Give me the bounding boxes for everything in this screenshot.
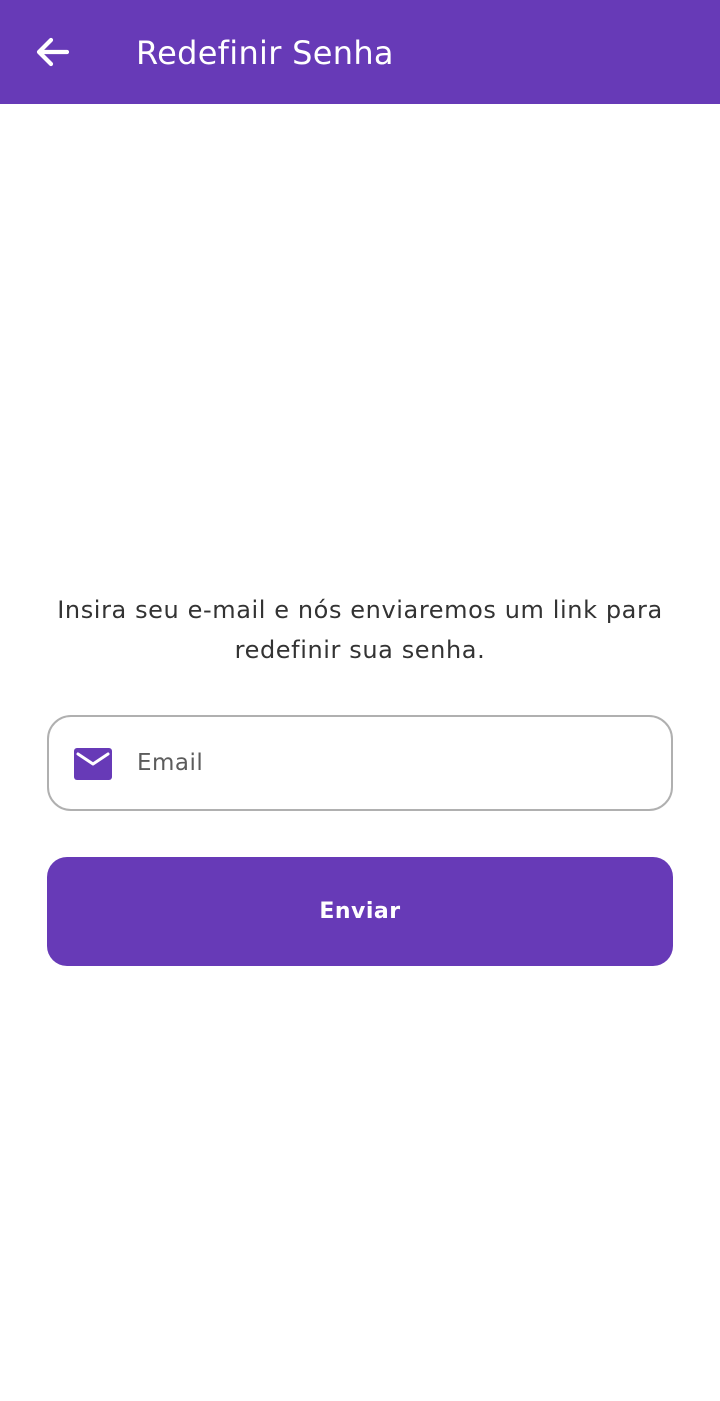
arrow-back-icon [36, 37, 69, 67]
email-input[interactable] [137, 717, 647, 809]
page-title: Redefinir Senha [136, 34, 394, 72]
mail-icon [74, 748, 112, 780]
instructions-text: Insira seu e-mail e nós enviaremos um li… [57, 596, 663, 664]
send-button[interactable]: Enviar [47, 857, 673, 966]
email-field[interactable] [47, 715, 673, 811]
back-button[interactable] [22, 22, 82, 82]
app-bar: Redefinir Senha [0, 0, 720, 104]
